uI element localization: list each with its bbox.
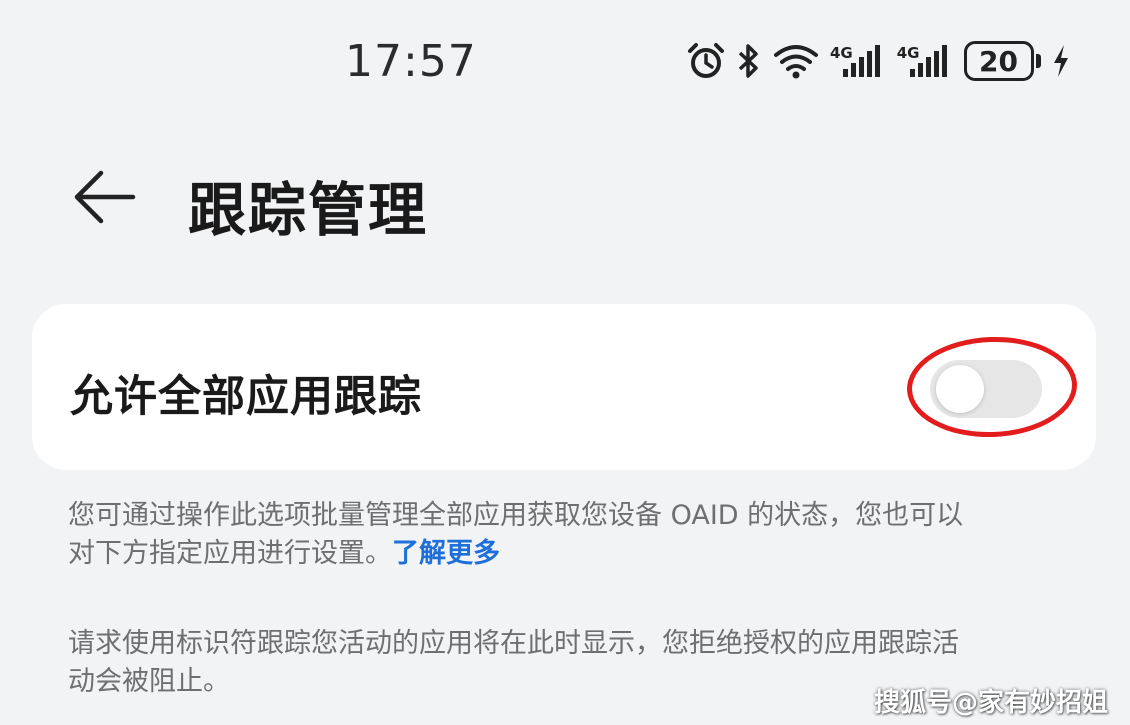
description-line: 请求使用标识符跟踪您活动的应用将在此时显示，您拒绝授权的应用跟踪活 <box>68 628 959 659</box>
description-line: 对下方指定应用进行设置。了解更多 <box>68 535 1068 573</box>
description-line: 您可通过操作此选项批量管理全部应用获取您设备 OAID 的状态，您也可以 <box>68 500 964 531</box>
back-button[interactable] <box>68 165 140 229</box>
signal-4g-icon: 4G <box>830 41 887 81</box>
charging-icon <box>1051 41 1071 81</box>
tracking-management-screen: 17:57 4G 4G 20 跟踪管理 允许全部应用跟踪 您可通过操作此选项批量… <box>0 0 1130 725</box>
battery-level: 20 <box>963 41 1034 81</box>
signal-4g-icon: 4G <box>897 41 954 81</box>
bluetooth-icon <box>736 41 762 81</box>
status-time: 17:57 <box>345 36 477 87</box>
page-title: 跟踪管理 <box>188 176 429 244</box>
battery-icon: 20 <box>963 41 1041 81</box>
watermark: 搜狐号@家有妙招姐 <box>873 688 1108 718</box>
status-icons: 4G 4G 20 <box>686 36 1071 86</box>
description-oaid: 您可通过操作此选项批量管理全部应用获取您设备 OAID 的状态，您也可以 对下方… <box>68 497 1068 573</box>
description-text: 对下方指定应用进行设置。 <box>68 538 392 569</box>
learn-more-link[interactable]: 了解更多 <box>392 538 500 569</box>
wifi-icon <box>772 41 820 81</box>
alarm-icon <box>686 41 726 81</box>
allow-all-tracking-label: 允许全部应用跟踪 <box>70 372 422 422</box>
back-arrow-icon <box>74 170 136 224</box>
